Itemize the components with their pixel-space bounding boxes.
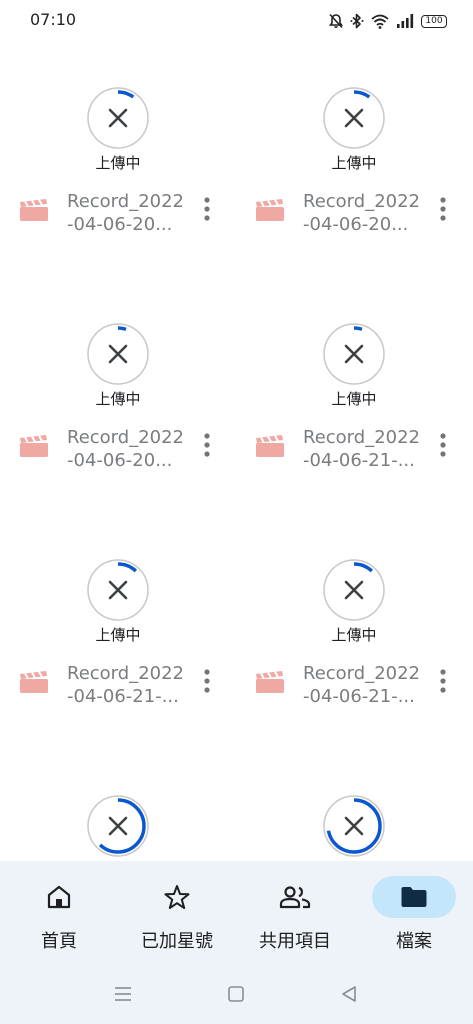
- more-vert-icon: [204, 433, 210, 457]
- back-icon[interactable]: [334, 979, 364, 1009]
- star-icon: [164, 885, 190, 909]
- upload-progress-ring: [323, 323, 385, 385]
- nav-starred[interactable]: 已加星號: [118, 861, 236, 961]
- cancel-upload-button[interactable]: [87, 87, 149, 149]
- upload-progress-ring: [87, 795, 149, 857]
- video-file-icon: [19, 198, 49, 222]
- file-name: Record_2022 -04-06-20...: [67, 427, 184, 471]
- file-name: Record_2022 -04-06-21-...: [303, 427, 420, 471]
- more-options-button[interactable]: [433, 668, 453, 694]
- file-info-row: Record_2022 -04-06-21-...: [236, 426, 472, 476]
- cancel-upload-button[interactable]: [87, 795, 149, 857]
- system-navigation-bar: [0, 979, 473, 1009]
- more-vert-icon: [440, 433, 446, 457]
- more-options-button[interactable]: [197, 196, 217, 222]
- more-vert-icon: [204, 669, 210, 693]
- file-card[interactable]: 上傳中 Record_2022 -04-06-20...: [236, 0, 472, 236]
- cancel-upload-button[interactable]: [323, 87, 385, 149]
- file-info-row: Record_2022 -04-06-21-...: [0, 662, 236, 712]
- nav-files[interactable]: 檔案: [355, 861, 473, 961]
- nav-shared[interactable]: 共用項目: [236, 861, 354, 961]
- nav-files-label: 檔案: [396, 931, 432, 952]
- upload-status-label: 上傳中: [331, 154, 377, 172]
- cancel-upload-button[interactable]: [87, 559, 149, 621]
- file-name: Record_2022 -04-06-21-...: [303, 663, 420, 707]
- more-vert-icon: [204, 197, 210, 221]
- people-icon: [279, 886, 311, 909]
- home-square-icon[interactable]: [221, 979, 251, 1009]
- more-options-button[interactable]: [433, 432, 453, 458]
- more-options-button[interactable]: [197, 432, 217, 458]
- nav-starred-icon-wrap: [135, 876, 219, 918]
- file-info-row: Record_2022 -04-06-20...: [0, 426, 236, 476]
- video-file-icon: [19, 434, 49, 458]
- file-card[interactable]: 上傳中 Record_2022 -04-06-20...: [0, 0, 236, 236]
- nav-home-label: 首頁: [41, 931, 77, 952]
- more-vert-icon: [440, 669, 446, 693]
- cancel-upload-button[interactable]: [323, 795, 385, 857]
- home-icon: [47, 885, 71, 909]
- nav-shared-label: 共用項目: [259, 931, 331, 952]
- upload-status-label: 上傳中: [95, 626, 141, 644]
- nav-shared-icon-wrap: [253, 876, 337, 918]
- file-info-row: Record_2022 -04-06-20...: [0, 190, 236, 240]
- upload-status-label: 上傳中: [331, 626, 377, 644]
- upload-status-label: 上傳中: [95, 390, 141, 408]
- more-vert-icon: [440, 197, 446, 221]
- file-card[interactable]: 上傳中 Record_2022 -04-06-20...: [0, 236, 236, 472]
- cancel-upload-button[interactable]: [323, 323, 385, 385]
- upload-status-label: 上傳中: [331, 390, 377, 408]
- nav-home-icon-wrap: [17, 876, 101, 918]
- nav-home[interactable]: 首頁: [0, 861, 118, 961]
- more-options-button[interactable]: [433, 196, 453, 222]
- file-card[interactable]: 上傳中 Record_2022 -04-06-21-...: [236, 472, 472, 708]
- file-name: Record_2022 -04-06-20...: [303, 191, 420, 235]
- file-info-row: Record_2022 -04-06-21-...: [236, 662, 472, 712]
- video-file-icon: [255, 434, 285, 458]
- video-file-icon: [255, 198, 285, 222]
- file-card[interactable]: 上傳中 Record_2022 -04-06-21-...: [236, 236, 472, 472]
- video-file-icon: [255, 670, 285, 694]
- cancel-upload-button[interactable]: [87, 323, 149, 385]
- bottom-navigation: 首頁 已加星號 共用項目 檔案: [0, 861, 473, 1024]
- folder-icon: [401, 887, 427, 907]
- file-card[interactable]: 上傳中 Record_2022 -04-06-21-...: [0, 472, 236, 708]
- upload-progress-ring: [323, 795, 385, 857]
- menu-icon[interactable]: [108, 979, 138, 1009]
- upload-progress-ring: [87, 323, 149, 385]
- file-name: Record_2022 -04-06-21-...: [67, 663, 184, 707]
- upload-progress-ring: [87, 87, 149, 149]
- upload-progress-ring: [323, 559, 385, 621]
- video-file-icon: [19, 670, 49, 694]
- nav-starred-label: 已加星號: [141, 931, 213, 952]
- upload-status-label: 上傳中: [95, 154, 141, 172]
- file-info-row: Record_2022 -04-06-20...: [236, 190, 472, 240]
- cancel-upload-button[interactable]: [323, 559, 385, 621]
- more-options-button[interactable]: [197, 668, 217, 694]
- file-name: Record_2022 -04-06-20...: [67, 191, 184, 235]
- upload-progress-ring: [87, 559, 149, 621]
- nav-files-icon-wrap: [372, 876, 456, 918]
- upload-progress-ring: [323, 87, 385, 149]
